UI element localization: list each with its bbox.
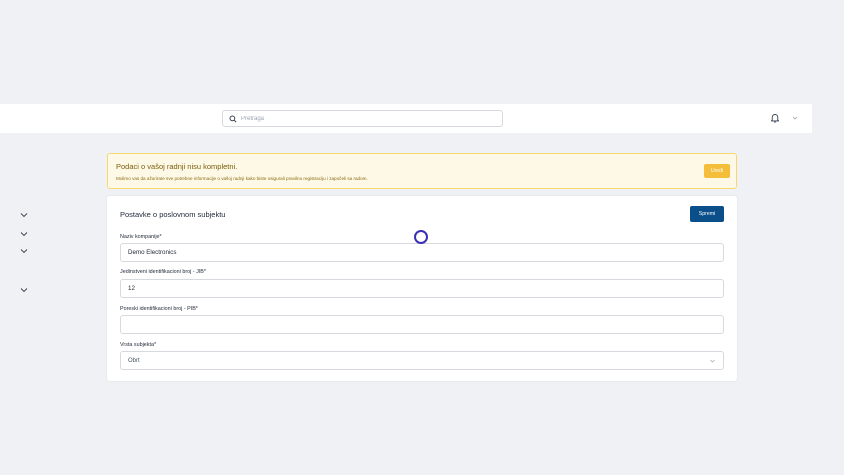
edit-button[interactable]: Uredi <box>704 164 730 178</box>
alert-message: Molimo vas da ažurirate sve potrebne inf… <box>116 176 368 181</box>
search-box[interactable] <box>222 110 503 127</box>
entity-type-value: Obrt <box>128 357 140 364</box>
cursor-indicator <box>414 230 428 244</box>
chevron-down-icon[interactable] <box>20 212 28 218</box>
jib-field[interactable] <box>120 279 724 298</box>
chevron-down-icon[interactable] <box>20 287 28 293</box>
company-name-label: Naziv kompanije* <box>120 234 162 240</box>
save-button[interactable]: Spremi <box>690 206 724 222</box>
search-input[interactable] <box>241 115 481 122</box>
company-name-field[interactable] <box>120 243 724 262</box>
jib-label: Jedinstveni identifikacioni broj - JIB* <box>120 269 206 275</box>
entity-type-label: Vrsta subjekta* <box>120 342 157 348</box>
pib-label: Poreski identifikacioni broj - PIB* <box>120 306 198 312</box>
entity-type-select[interactable]: Obrt <box>120 351 724 370</box>
bell-icon[interactable] <box>770 113 780 123</box>
chevron-down-icon <box>710 359 715 363</box>
chevron-down-icon[interactable] <box>792 115 798 121</box>
alert-title: Podaci o vašoj radnji nisu kompletni. <box>116 162 238 171</box>
top-header <box>0 104 812 133</box>
incomplete-data-alert: Podaci o vašoj radnji nisu kompletni. Mo… <box>107 153 737 189</box>
chevron-down-icon[interactable] <box>20 248 28 254</box>
business-settings-card: Postavke o poslovnom subjektu Spremi Naz… <box>107 196 737 381</box>
card-title: Postavke o poslovnom subjektu <box>120 210 226 219</box>
pib-field[interactable] <box>120 315 724 334</box>
chevron-down-icon[interactable] <box>20 231 28 237</box>
search-icon <box>229 114 237 123</box>
